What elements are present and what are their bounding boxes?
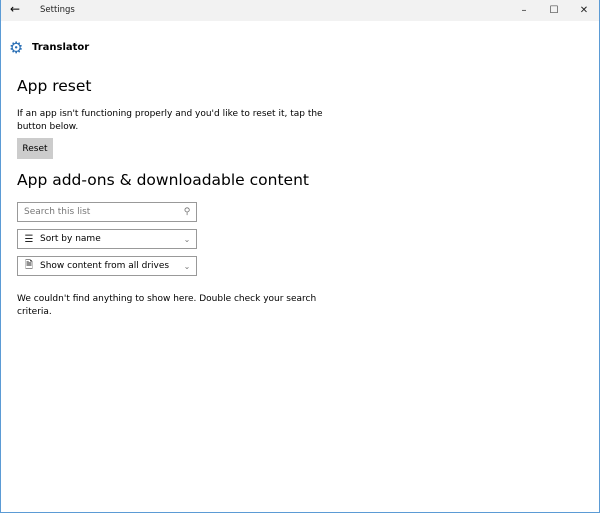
- app-reset-heading: App reset: [17, 77, 92, 95]
- document-icon: 🗎: [24, 259, 34, 271]
- settings-window: ← Settings – ☐ ✕ ⚙ Translator App reset …: [0, 0, 600, 513]
- drive-filter-dropdown[interactable]: 🗎 Show content from all drives ⌄: [17, 256, 197, 276]
- sort-dropdown[interactable]: ☰ Sort by name ⌄: [17, 229, 197, 249]
- search-placeholder: Search this list: [24, 207, 91, 217]
- minimize-icon[interactable]: –: [509, 0, 539, 21]
- app-name: Translator: [32, 42, 90, 53]
- app-reset-description: If an app isn't functioning properly and…: [17, 109, 323, 132]
- search-input[interactable]: Search this list ⚲: [17, 202, 197, 222]
- empty-message: We couldn't find anything to show here. …: [17, 294, 317, 317]
- sort-value: Sort by name: [40, 234, 101, 244]
- addons-heading: App add-ons & downloadable content: [17, 171, 309, 189]
- chevron-down-icon: ⌄: [183, 234, 191, 244]
- gear-icon: ⚙: [9, 38, 24, 57]
- window-title: Settings: [40, 5, 75, 15]
- maximize-icon[interactable]: ☐: [539, 0, 569, 21]
- sort-list-icon: ☰: [24, 233, 34, 245]
- page-header: ⚙ Translator: [9, 38, 89, 57]
- search-icon[interactable]: ⚲: [178, 207, 196, 217]
- filter-value: Show content from all drives: [40, 261, 170, 271]
- title-bar: ← Settings – ☐ ✕: [1, 0, 599, 21]
- chevron-down-icon: ⌄: [183, 261, 191, 271]
- back-arrow-icon[interactable]: ←: [10, 2, 20, 16]
- close-icon[interactable]: ✕: [569, 0, 599, 21]
- reset-button[interactable]: Reset: [17, 138, 53, 159]
